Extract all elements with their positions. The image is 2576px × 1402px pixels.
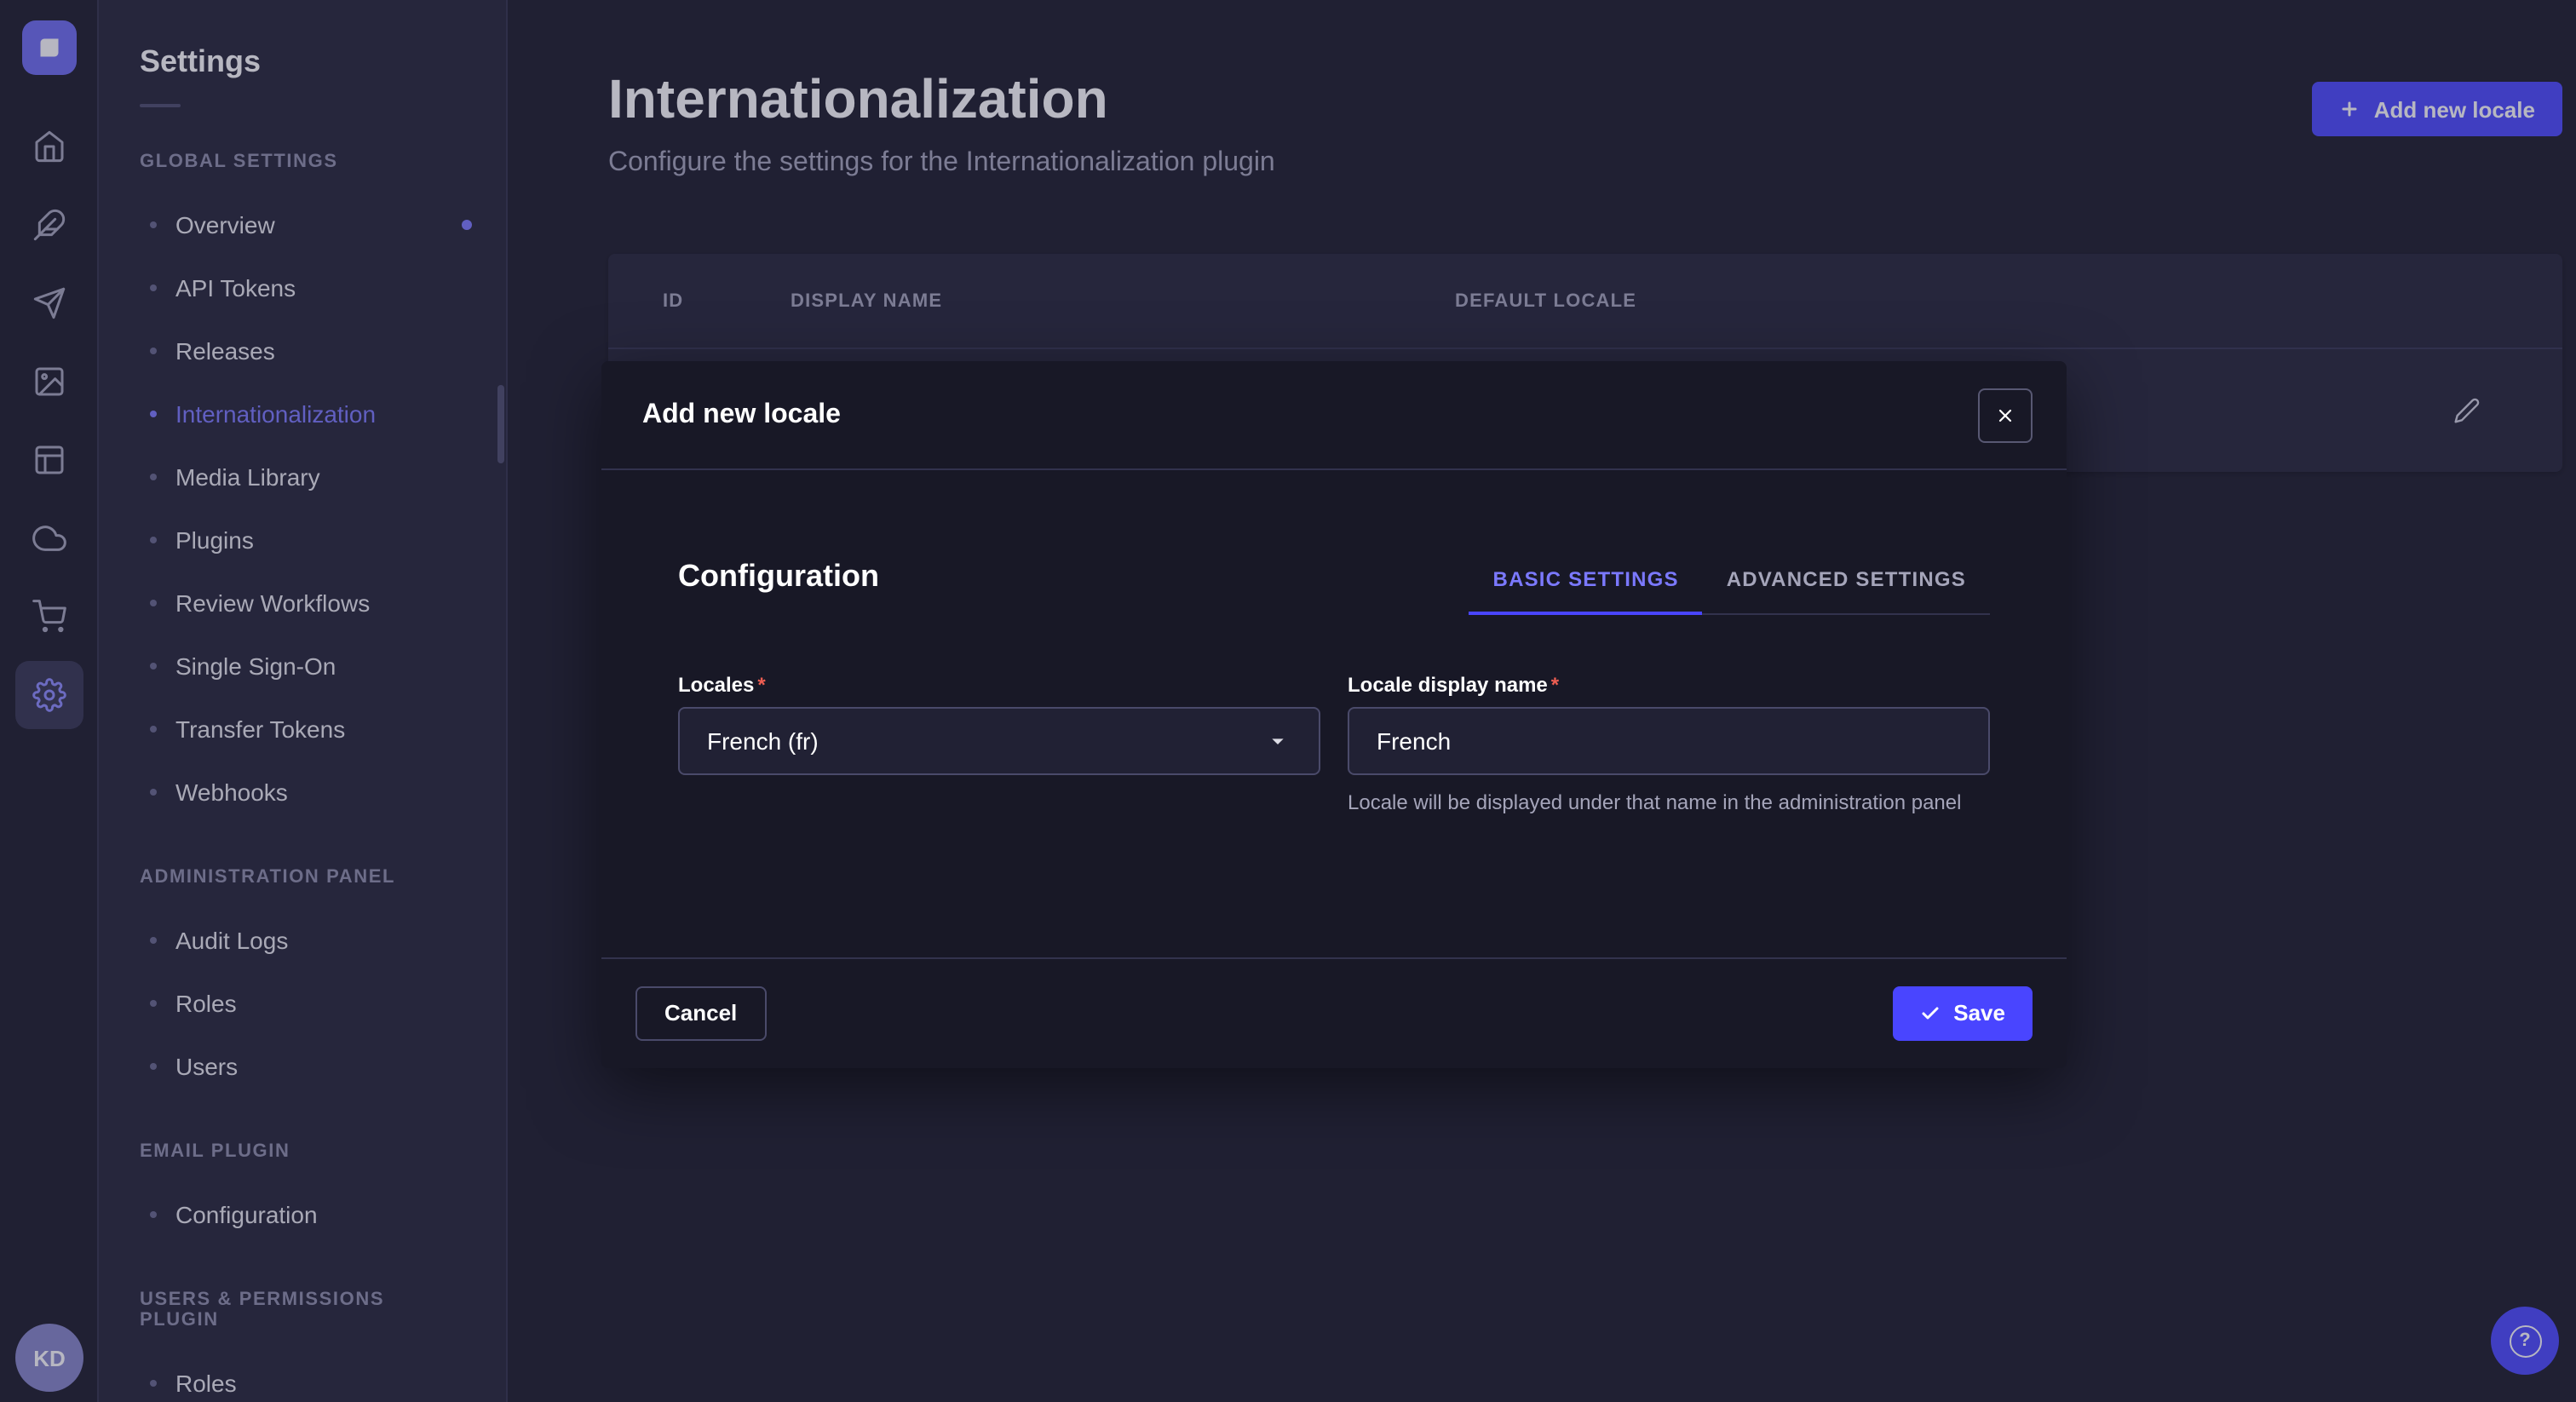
app-window: KD Settings GLOBAL SETTINGS Overview API… bbox=[0, 0, 2576, 1402]
locales-select[interactable]: French (fr) bbox=[678, 707, 1320, 775]
display-name-field: Locale display name* Locale will be disp… bbox=[1348, 673, 1990, 818]
display-name-label: Locale display name* bbox=[1348, 673, 1990, 697]
close-icon bbox=[1995, 405, 2015, 425]
required-mark: * bbox=[1551, 673, 1559, 697]
display-name-hint: Locale will be displayed under that name… bbox=[1348, 789, 1990, 818]
modal-tabs: BASIC SETTINGS ADVANCED SETTINGS bbox=[1469, 567, 1990, 615]
modal-body: Configuration BASIC SETTINGS ADVANCED SE… bbox=[601, 470, 2067, 957]
chevron-down-icon bbox=[1264, 727, 1291, 755]
modal-footer: Cancel Save bbox=[601, 957, 2067, 1068]
locales-label: Locales* bbox=[678, 673, 1320, 697]
save-button-label: Save bbox=[1953, 1001, 2005, 1026]
close-modal-button[interactable] bbox=[1978, 388, 2033, 442]
locale-form: Locales* French (fr) Locale display name… bbox=[678, 673, 1990, 818]
configuration-row: Configuration BASIC SETTINGS ADVANCED SE… bbox=[678, 559, 1990, 615]
display-name-input[interactable] bbox=[1348, 707, 1990, 775]
tab-advanced-settings[interactable]: ADVANCED SETTINGS bbox=[1703, 567, 1990, 613]
save-button[interactable]: Save bbox=[1892, 986, 2033, 1041]
locales-select-value: French (fr) bbox=[707, 727, 819, 755]
add-locale-modal: Add new locale Configuration BASIC SETTI… bbox=[601, 361, 2067, 1068]
configuration-title: Configuration bbox=[678, 559, 879, 615]
modal-title: Add new locale bbox=[642, 399, 841, 430]
locales-label-text: Locales bbox=[678, 673, 754, 697]
display-name-label-text: Locale display name bbox=[1348, 673, 1548, 697]
check-icon bbox=[1919, 1003, 1940, 1024]
modal-header: Add new locale bbox=[601, 361, 2067, 470]
cancel-button[interactable]: Cancel bbox=[635, 986, 766, 1041]
locales-field: Locales* French (fr) bbox=[678, 673, 1320, 818]
required-mark: * bbox=[757, 673, 765, 697]
tab-basic-settings[interactable]: BASIC SETTINGS bbox=[1469, 567, 1703, 613]
